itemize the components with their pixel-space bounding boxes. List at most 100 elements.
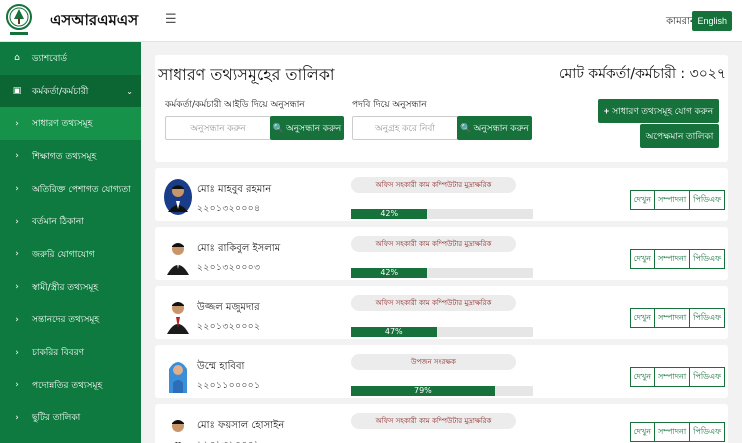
plus-icon: + [603,106,610,116]
view-button[interactable]: দেখুন [629,422,655,442]
designation-badge: অফিস সহকারী কাম কম্পিউটার মুদ্রাক্ষরিক [351,177,516,193]
search-id-button[interactable]: 🔍 অনুসন্ধান করুন [270,116,344,140]
pdf-button[interactable]: পিডিএফ [689,422,725,442]
chevron-right-icon: › [15,282,19,293]
top-bar: এসআরএমএস ☰ কামরান English [0,0,742,42]
view-button[interactable]: দেখুন [629,367,655,387]
designation-badge: অফিস সহকারী কাম কম্পিউটার মুদ্রাক্ষরিক [351,236,516,252]
action-group: দেখুন সম্পাদনা পিডিএফ [629,422,725,442]
sidebar-item-leave-list[interactable]: › ছুটির তালিকা [0,402,141,435]
employee-photo [164,179,192,215]
search-by-designation-label: পদবি দিয়ে অনুসন্ধান [352,100,427,110]
profile-progress-bar: 79% [351,386,533,396]
sidebar-item-label: সন্তানদের তথ্যসমূহ [32,315,100,326]
sidebar-item-education[interactable]: › শিক্ষাগত তথ্যসমূহ [0,140,141,173]
sidebar-item-present-address[interactable]: › বর্তমান ঠিকানা [0,205,141,238]
view-button[interactable]: দেখুন [629,308,655,328]
sidebar-item-job-details[interactable]: › চাকরির বিবরণ [0,336,141,369]
action-group: দেখুন সম্পাদনা পিডিএফ [629,249,725,269]
employee-card: মোঃ ফয়সাল হোসাইন ২২০১৩২০০০১ অফিস সহকারী… [155,404,728,443]
pdf-button[interactable]: পিডিএফ [689,190,725,210]
edit-button[interactable]: সম্পাদনা [653,367,691,387]
employee-card: উজ্জল মজুমদার ২২০১৩২০০০২ অফিস সহকারী কাম… [155,286,728,339]
employee-id: ২২০১৩২০০০৩ [197,263,261,273]
profile-progress-bar: 42% [351,209,533,219]
search-id-input[interactable] [165,116,271,140]
sidebar-item-dashboard[interactable]: ⌂ ড্যাশবোর্ড [0,42,141,75]
sidebar-item-employees[interactable]: ▣ কর্মকর্তা/কর্মচারী ⌄ [0,74,141,108]
designation-badge: অফিস সহকারী কাম কম্পিউটার মুদ্রাক্ষরিক [351,295,516,311]
search-designation-button-label: অনুসন্ধান করুন [473,122,529,133]
menu-toggle-icon[interactable]: ☰ [165,12,177,27]
home-icon: ⌂ [14,53,20,64]
progress-fill: 42% [351,268,428,278]
edit-button[interactable]: সম্পাদনা [653,308,691,328]
total-employee-count: মোট কর্মকর্তা/কর্মচারী : ৩০২৭ [558,66,726,82]
briefcase-icon: ▣ [12,86,22,97]
progress-fill: 47% [351,327,437,337]
chevron-right-icon: › [15,118,19,129]
pending-list-button[interactable]: অপেক্ষমান তালিকা [640,124,719,148]
search-designation-button[interactable]: 🔍 অনুসন্ধান করুন [457,116,532,140]
employee-id: ২২০১১০০০০১ [197,381,261,391]
sidebar-item-label: ছুটির তালিকা [32,413,81,424]
sidebar-item-extra-qualification[interactable]: › অতিরিক্ত পেশাগত যোগ্যতা [0,173,141,206]
employee-photo [163,296,193,334]
sidebar-item-label: অতিরিক্ত পেশাগত যোগ্যতা [32,184,131,195]
designation-badge: অফিস সহকারী কাম কম্পিউটার মুদ্রাক্ষরিক [351,413,516,429]
sidebar-item-label: শিক্ষাগত তথ্যসমূহ [32,151,97,162]
add-general-info-label: সাধারণ তথ্যসমূহ যোগ করুন [612,105,714,116]
edit-button[interactable]: সম্পাদনা [653,190,691,210]
logo-icon [6,4,32,35]
view-button[interactable]: দেখুন [629,190,655,210]
employee-name: উম্মে হাবিবা [197,361,245,372]
sidebar-item-label: সাধারণ তথ্যসমূহ [32,119,93,130]
sidebar-item-label: জরুরি যোগাযোগ [32,249,95,260]
chevron-right-icon: › [15,184,19,195]
employee-name: মোঃ ফয়সাল হোসাইন [197,420,285,431]
chevron-right-icon: › [15,412,19,423]
sidebar-item-label: কর্মকর্তা/কর্মচারী [32,86,89,97]
chevron-right-icon: › [15,151,19,162]
chevron-right-icon: › [15,314,19,325]
sidebar-item-label: স্বামী/স্ত্রীর তথ্যসমূহ [32,282,99,293]
employee-card: মোঃ মাহবুব রহমান ২২০১৩২০০০৪ অফিস সহকারী … [155,168,728,221]
employee-id: ২২০১৩২০০০১ [197,437,261,443]
action-group: দেখুন সম্পাদনা পিডিএফ [629,308,725,328]
chevron-right-icon: › [15,380,19,391]
profile-progress-bar: 47% [351,327,533,337]
chevron-down-icon: ⌄ [126,86,133,96]
edit-button[interactable]: সম্পাদনা [653,249,691,269]
chevron-right-icon: › [15,347,19,358]
sidebar-item-emergency-contact[interactable]: › জরুরি যোগাযোগ [0,238,141,271]
pdf-button[interactable]: পিডিএফ [689,249,725,269]
employee-name: মোঃ মাহবুব রহমান [197,184,272,195]
sidebar-item-spouse-info[interactable]: › স্বামী/স্ত্রীর তথ্যসমূহ [0,271,141,304]
employee-photo [163,237,193,275]
sidebar-item-children-info[interactable]: › সন্তানদের তথ্যসমূহ [0,304,141,337]
employee-photo [163,414,193,443]
view-button[interactable]: দেখুন [629,249,655,269]
brand-name[interactable]: এসআরএমএস [50,9,138,34]
sidebar-item-label: পদোন্নতির তথ্যসমূহ [32,380,103,391]
language-toggle-button[interactable]: English [692,11,732,31]
sidebar-item-promotion-info[interactable]: › পদোন্নতির তথ্যসমূহ [0,369,141,402]
action-group: দেখুন সম্পাদনা পিডিএফ [629,367,725,387]
employee-id: ২২০১৩২০০০৪ [197,204,261,214]
add-general-info-button[interactable]: + সাধারণ তথ্যসমূহ যোগ করুন [598,99,719,123]
edit-button[interactable]: সম্পাদনা [653,422,691,442]
chevron-right-icon: › [15,249,19,260]
employee-card: উম্মে হাবিবা ২২০১১০০০০১ উপজন সংরক্ষক 79%… [155,345,728,398]
pdf-button[interactable]: পিডিএফ [689,308,725,328]
employee-card: মোঃ রাকিবুল ইসলাম ২২০১৩২০০০৩ অফিস সহকারী… [155,227,728,280]
designation-select[interactable] [352,116,458,140]
search-id-button-label: অনুসন্ধান করুন [285,122,342,133]
chevron-right-icon: › [15,216,19,227]
sidebar-item-general-info[interactable]: › সাধারণ তথ্যসমূহ [0,107,141,141]
search-by-id-label: কর্মকর্তা/কর্মচারী আইডি দিয়ে অনুসন্ধান [165,100,305,110]
designation-badge: উপজন সংরক্ষক [351,354,516,370]
progress-fill: 79% [351,386,495,396]
sidebar-item-label: বর্তমান ঠিকানা [32,217,84,228]
pdf-button[interactable]: পিডিএফ [689,367,725,387]
sidebar-item-label: চাকরির বিবরণ [32,348,85,359]
